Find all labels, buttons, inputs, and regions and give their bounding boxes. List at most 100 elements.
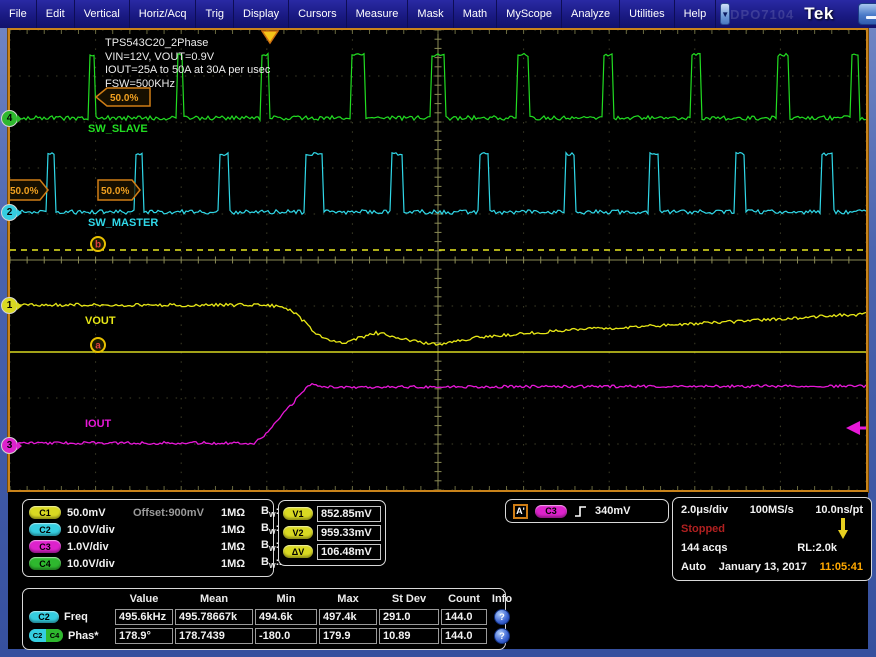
timebase-panel: 2.0μs/div 100MS/s 10.0ns/pt Stopped 144 … (672, 497, 872, 581)
header-count: Count (441, 593, 487, 605)
ch2-label: SW_MASTER (88, 217, 158, 229)
trigger-mode: Auto (681, 561, 706, 573)
annotation-line: FSW=500KHz (105, 78, 270, 92)
svg-text:a: a (95, 341, 101, 352)
ch3-level-arrow[interactable] (846, 421, 866, 435)
trigger-source-badge[interactable]: C3 (535, 505, 567, 518)
header-mean: Mean (175, 593, 253, 605)
cursor-v2-row: V2 959.33mV (283, 523, 381, 542)
freq-info-icon[interactable]: ? (494, 609, 510, 625)
ch3-badge[interactable]: C3 (29, 540, 61, 553)
ch2-scale: 10.0V/div (67, 524, 131, 536)
ch4-position-marker[interactable]: 4 (1, 110, 18, 127)
freq-mean: 495.78667k (175, 609, 253, 625)
trigger-readout-panel: A' C3 340mV (505, 499, 669, 523)
setup-annotation: TPS543C20_2Phase VIN=12V, VOUT=0.9V IOUT… (105, 37, 270, 91)
ch2-marker-number: 2 (7, 207, 13, 218)
menu-mask[interactable]: Mask (408, 0, 453, 28)
menu-bar: File Edit Vertical Horiz/Acq Trig Displa… (0, 0, 716, 28)
freq-value: 495.6kHz (115, 609, 173, 625)
delta-v-value: 106.48mV (317, 544, 381, 560)
annotation-line: IOUT=25A to 50A at 30A per usec (105, 64, 270, 78)
menu-cursors[interactable]: Cursors (289, 0, 347, 28)
phase-info-icon[interactable]: ? (494, 628, 510, 644)
ch3-settings-row: C3 1.0V/div 1MΩ BW:20.0M (29, 538, 267, 555)
minimize-button[interactable] (858, 3, 876, 25)
ch1-badge[interactable]: C1 (29, 506, 61, 519)
menu-measure[interactable]: Measure (347, 0, 409, 28)
ch1-settings-row: C1 50.0mV Offset:900mV 1MΩ BW:20.0M (29, 504, 267, 521)
ch2-badge[interactable]: C2 (29, 523, 61, 536)
ch3-label: IOUT (85, 418, 111, 430)
ch1-position-marker[interactable]: 1 (1, 297, 18, 314)
waveform-canvas: 50.0% 50.0% 50.0% b a (10, 30, 866, 490)
master-duty-badge-2[interactable]: 50.0% (98, 180, 140, 200)
annotation-line: VIN=12V, VOUT=0.9V (105, 51, 270, 65)
menu-edit[interactable]: Edit (37, 0, 75, 28)
v2-value: 959.33mV (317, 525, 381, 541)
acquisition-state: Stopped (681, 523, 725, 535)
oscilloscope-screen: { "titlebar": { "model": "DPO7104", "bra… (0, 0, 876, 657)
menu-trig[interactable]: Trig (196, 0, 234, 28)
measurement-row-freq: C2 Freq 495.6kHz 495.78667k 494.6k 497.4… (29, 607, 499, 626)
ch4-settings-row: C4 10.0V/div 1MΩ BW:20.0M (29, 555, 267, 572)
ch1-offset: Offset:900mV (133, 507, 219, 519)
menu-display[interactable]: Display (234, 0, 289, 28)
menu-vertical[interactable]: Vertical (75, 0, 130, 28)
ch4-scale: 10.0V/div (67, 558, 131, 570)
record-length: RL:2.0k (797, 542, 837, 554)
header-stdev: St Dev (379, 593, 439, 605)
cursor-v1-row: V1 852.85mV (283, 504, 381, 523)
freq-max: 497.4k (319, 609, 377, 625)
waveform-display[interactable]: 50.0% 50.0% 50.0% b a TPS543C20_2Phase V… (8, 28, 868, 492)
master-duty-badge-1[interactable]: 50.0% (10, 180, 48, 200)
ch4-badge[interactable]: C4 (29, 557, 61, 570)
menu-file[interactable]: File (0, 0, 37, 28)
sample-resolution: 10.0ns/pt (815, 504, 863, 516)
phase-mean: 178.7439 (175, 628, 253, 644)
model-label: DPO7104 (730, 7, 794, 22)
menu-help[interactable]: Help (675, 0, 717, 28)
ch2-position-marker[interactable]: 2 (1, 204, 18, 221)
readout-zone: C1 50.0mV Offset:900mV 1MΩ BW:20.0M C2 1… (8, 492, 868, 649)
menu-analyze[interactable]: Analyze (562, 0, 620, 28)
freq-min: 494.6k (255, 609, 317, 625)
menu-math[interactable]: Math (454, 0, 497, 28)
ch2-marker-arrow-icon (17, 209, 22, 217)
header-info: Info (489, 593, 515, 605)
acquisition-count: 144 acqs (681, 542, 727, 554)
delta-v-badge[interactable]: ΔV (283, 545, 313, 558)
rising-edge-icon (574, 504, 588, 519)
ch3-marker-arrow-icon (17, 442, 22, 450)
freq-stdev: 291.0 (379, 609, 439, 625)
phase-source-badge[interactable]: C2C4 (29, 629, 63, 642)
marker-down-icon (837, 518, 849, 540)
measurement-panel: Value Mean Min Max St Dev Count Info C2 … (22, 588, 506, 650)
freq-name: Freq (64, 611, 88, 623)
cursor-dv-row: ΔV 106.48mV (283, 542, 381, 561)
menu-utilities[interactable]: Utilities (620, 0, 674, 28)
date-label: January 13, 2017 (719, 561, 807, 573)
v2-badge[interactable]: V2 (283, 526, 313, 539)
v1-value: 852.85mV (317, 506, 381, 522)
trigger-a-badge[interactable]: A' (513, 504, 528, 519)
phase-value: 178.9° (115, 628, 173, 644)
timebase-scale: 2.0μs/div (681, 504, 728, 516)
v1-badge[interactable]: V1 (283, 507, 313, 520)
tek-logo: Tek (804, 4, 834, 24)
phase-name: Phas* (68, 630, 99, 642)
cursor-b-handle[interactable]: b (91, 237, 105, 251)
menu-overflow-button[interactable]: ▼ (720, 3, 730, 25)
freq-source-badge[interactable]: C2 (29, 611, 59, 623)
annotation-line: TPS543C20_2Phase (105, 37, 270, 51)
freq-count: 144.0 (441, 609, 487, 625)
ch1-impedance: 1MΩ (221, 507, 259, 519)
cursor-readout-panel: V1 852.85mV V2 959.33mV ΔV 106.48mV (278, 500, 386, 566)
ch3-position-marker[interactable]: 3 (1, 437, 18, 454)
menu-myscope[interactable]: MyScope (497, 0, 562, 28)
cursor-a-handle[interactable]: a (91, 338, 105, 352)
menu-horiz-acq[interactable]: Horiz/Acq (130, 0, 197, 28)
time-label: 11:05:41 (820, 561, 863, 573)
ch1-marker-number: 1 (7, 300, 13, 311)
title-bar: File Edit Vertical Horiz/Acq Trig Displa… (0, 0, 876, 28)
